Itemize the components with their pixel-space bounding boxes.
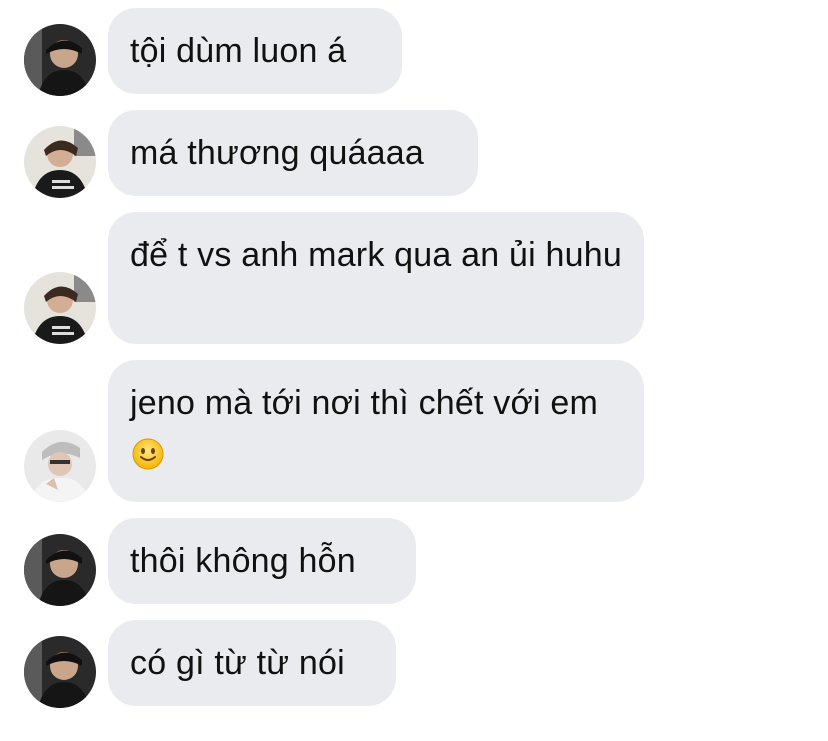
message-bubble[interactable]: có gì từ từ nói [108,620,396,706]
message-bubble[interactable]: jeno mà tới nơi thì chết với em [108,360,644,502]
message-text: để t vs anh mark qua an ủi huhu [130,236,622,274]
message-bubble[interactable]: để t vs anh mark qua an ủi huhu [108,212,644,344]
message-bubble[interactable]: má thương quáaaa [108,110,478,196]
avatar[interactable] [24,126,96,198]
avatar[interactable] [24,534,96,606]
message-bubble[interactable]: thôi không hỗn [108,518,416,604]
slightly-smiling-face-icon [132,433,164,470]
message-text: jeno mà tới nơi thì chết với em [130,384,599,422]
message-text: má thương quáaaa [130,134,425,172]
message-text: tội dùm luon á [130,32,347,70]
message-text: thôi không hỗn [130,542,356,580]
message-bubble[interactable]: tội dùm luon á [108,8,402,94]
avatar[interactable] [24,272,96,344]
avatar[interactable] [24,24,96,96]
avatar[interactable] [24,636,96,708]
message-text: có gì từ từ nói [130,644,345,682]
avatar[interactable] [24,430,96,502]
